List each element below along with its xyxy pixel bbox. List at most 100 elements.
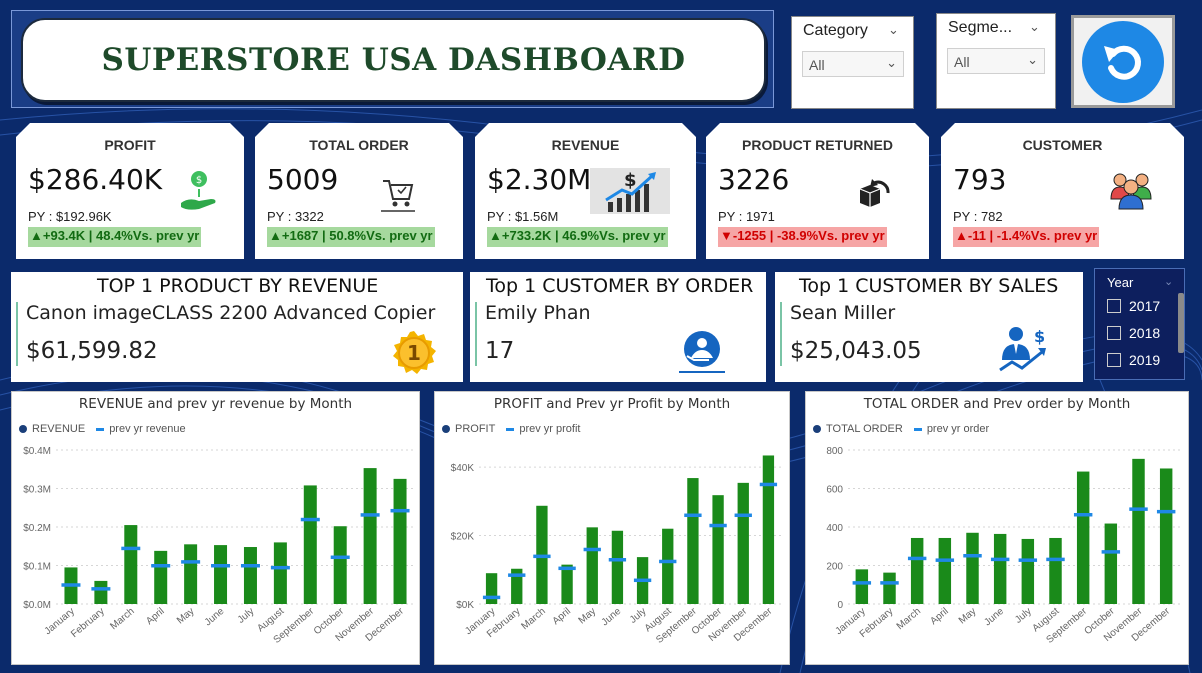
- prev-year-marker: [360, 513, 380, 517]
- category-dropdown[interactable]: All ⌄: [802, 51, 904, 77]
- kpi-delta: ▲+93.4K | 48.4%Vs. prev yr: [28, 227, 201, 247]
- first-place-medal-icon: 1: [393, 331, 436, 374]
- reset-arrow-icon[interactable]: [1082, 20, 1164, 103]
- kpi-card-product-returned: PRODUCT RETURNED 3226 PY : 1971 ▼-1255 |…: [706, 123, 929, 259]
- x-tick-label: April: [144, 606, 166, 627]
- dashboard-title: SUPERSTORE USA DASHBOARD: [101, 42, 686, 78]
- bar: [393, 478, 407, 604]
- top-card-title: Top 1 CUSTOMER BY SALES: [799, 275, 1059, 297]
- top-card-title: TOP 1 PRODUCT BY REVENUE: [97, 275, 379, 297]
- prev-year-marker: [482, 595, 501, 600]
- x-tick-label: June: [600, 606, 624, 629]
- chevron-down-icon[interactable]: ⌄: [888, 23, 899, 38]
- year-option-2018[interactable]: 2018: [1107, 325, 1160, 341]
- cart-icon: [381, 173, 415, 213]
- kpi-card-customer: CUSTOMER 793 PY : 782 ▲-11 | -1.4%Vs. pr…: [941, 123, 1184, 259]
- prev-year-marker: [633, 578, 652, 583]
- prev-year-marker: [390, 508, 410, 513]
- prev-year-marker: [151, 564, 171, 568]
- x-tick-label: March: [519, 606, 547, 632]
- revenue-chart-card: REVENUE and prev yr revenue by Month REV…: [11, 391, 420, 665]
- checkbox[interactable]: [1107, 299, 1121, 313]
- prev-year-marker: [963, 553, 982, 558]
- top-customer-value: $25,043.05: [790, 338, 922, 364]
- top-product-name: Canon imageCLASS 2200 Advanced Copier: [26, 302, 436, 324]
- year-slicer-scrollbar[interactable]: [1178, 293, 1184, 353]
- prev-year-marker: [558, 566, 576, 571]
- prev-year-marker: [759, 482, 778, 487]
- bar: [363, 468, 377, 604]
- bar: [561, 564, 573, 604]
- kpi-prev-year: PY : 3322: [267, 209, 324, 224]
- category-slicer-label: Category: [803, 22, 868, 39]
- year-option-label: 2018: [1129, 325, 1161, 341]
- prev-year-marker: [181, 560, 201, 564]
- bar: [1021, 538, 1035, 604]
- prev-year-marker: [907, 556, 927, 561]
- y-tick-label: $0K: [456, 600, 474, 611]
- y-tick-label: $0.0M: [23, 600, 51, 611]
- x-tick-label: March: [895, 606, 923, 632]
- y-tick-label: $40K: [451, 463, 475, 474]
- prev-year-marker: [608, 558, 627, 562]
- y-tick-label: 400: [826, 523, 843, 534]
- profit-chart-card: PROFIT and Prev yr Profit by Month PROFI…: [434, 391, 790, 665]
- prev-year-marker: [709, 523, 727, 528]
- x-tick-label: June: [203, 606, 227, 629]
- prev-year-marker: [240, 564, 260, 568]
- category-slicer[interactable]: Category ⌄ All ⌄: [791, 16, 914, 109]
- prev-year-marker: [300, 517, 320, 522]
- accent-bar: [780, 302, 782, 366]
- bar: [855, 569, 869, 604]
- prev-year-marker: [61, 583, 81, 587]
- bar: [687, 478, 699, 604]
- prev-year-marker: [211, 564, 231, 568]
- x-tick-label: March: [108, 606, 136, 632]
- top-customer-sales-card: Top 1 CUSTOMER BY SALES Sean Miller $25,…: [775, 272, 1083, 382]
- chevron-down-icon[interactable]: ⌄: [1164, 275, 1173, 288]
- reset-filters-button[interactable]: [1071, 15, 1175, 108]
- bar: [1159, 468, 1173, 604]
- kpi-prev-year: PY : $1.56M: [487, 209, 559, 224]
- accent-bar: [16, 302, 18, 366]
- prev-year-marker: [990, 557, 1010, 562]
- kpi-value: 793: [953, 163, 1007, 196]
- checkbox[interactable]: [1107, 326, 1121, 340]
- prev-year-marker: [508, 573, 526, 577]
- x-tick-label: May: [175, 606, 197, 627]
- customer-service-icon: [679, 331, 725, 373]
- prev-year-marker: [1101, 550, 1121, 554]
- customers-icon: [1109, 169, 1153, 211]
- year-option-2019[interactable]: 2019: [1107, 352, 1160, 368]
- bar: [273, 542, 287, 604]
- year-option-2017[interactable]: 2017: [1107, 298, 1160, 314]
- prev-year-marker: [583, 547, 601, 552]
- kpi-title: CUSTOMER: [1022, 137, 1103, 153]
- bar: [243, 547, 257, 604]
- bar: [662, 528, 674, 604]
- chevron-down-icon: ⌄: [886, 55, 897, 70]
- kpi-title: PROFIT: [104, 137, 156, 153]
- prev-year-marker: [935, 558, 955, 562]
- segment-slicer[interactable]: Segme... ⌄ All ⌄: [936, 13, 1056, 109]
- top-customer-order-card: Top 1 CUSTOMER BY ORDER Emily Phan 17: [470, 272, 766, 382]
- top-product-value: $61,599.82: [26, 338, 158, 364]
- category-value: All: [809, 57, 825, 73]
- y-tick-label: $20K: [451, 532, 475, 543]
- kpi-delta: ▼-1255 | -38.9%Vs. prev yr: [718, 227, 887, 247]
- checkbox[interactable]: [1107, 353, 1121, 367]
- kpi-title: TOTAL ORDER: [309, 137, 409, 153]
- prev-year-marker: [684, 513, 702, 518]
- bar: [966, 532, 979, 604]
- year-option-label: 2019: [1129, 352, 1161, 368]
- year-slicer[interactable]: Year ⌄ 2017 2018 2019: [1094, 268, 1185, 380]
- kpi-delta: ▲+733.2K | 46.9%Vs. prev yr: [487, 227, 668, 247]
- chevron-down-icon[interactable]: ⌄: [1029, 20, 1040, 35]
- bar: [154, 550, 168, 604]
- bar: [712, 495, 724, 604]
- prev-year-marker: [659, 559, 677, 564]
- chevron-down-icon: ⌄: [1027, 52, 1038, 67]
- top-card-title: Top 1 CUSTOMER BY ORDER: [486, 275, 754, 297]
- segment-dropdown[interactable]: All ⌄: [947, 48, 1045, 74]
- x-tick-label: May: [577, 606, 599, 627]
